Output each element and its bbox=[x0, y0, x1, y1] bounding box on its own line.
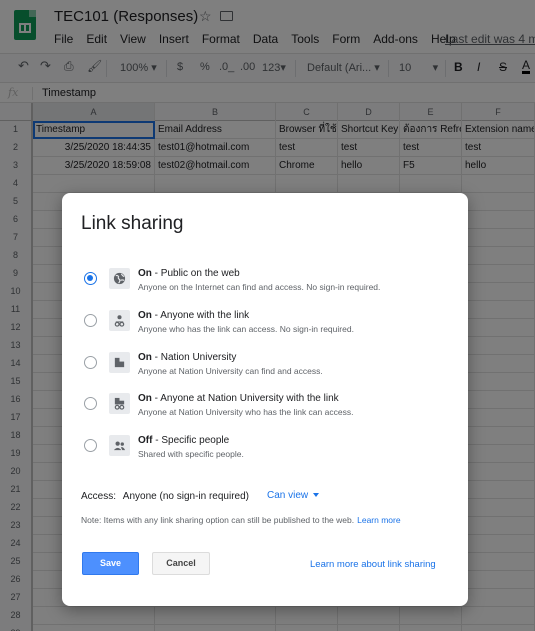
option-description: Anyone at Nation University can find and… bbox=[138, 366, 323, 376]
option-public-on-web[interactable]: On - Public on the web Anyone on the Int… bbox=[62, 265, 468, 301]
access-value: Anyone (no sign-in required) bbox=[122, 491, 249, 502]
option-specific-people[interactable]: Off - Specific people Shared with specif… bbox=[62, 432, 468, 468]
publish-note: Note: Items with any link sharing option… bbox=[81, 515, 401, 525]
option-label: On - Public on the web bbox=[138, 268, 240, 279]
option-nation-university[interactable]: On - Nation University Anyone at Nation … bbox=[62, 349, 468, 385]
link-sharing-dialog: Link sharing On - Public on the web Anyo… bbox=[62, 193, 468, 606]
option-nation-university-with-link[interactable]: On - Anyone at Nation University with th… bbox=[62, 390, 468, 426]
radio-specific-people[interactable] bbox=[84, 439, 97, 452]
permission-dropdown[interactable]: Can view bbox=[267, 490, 320, 501]
permission-label: Can view bbox=[267, 490, 309, 501]
radio-anyone-with-link[interactable] bbox=[84, 314, 97, 327]
cancel-button[interactable]: Cancel bbox=[152, 552, 210, 575]
option-label: On - Anyone at Nation University with th… bbox=[138, 393, 339, 404]
option-label: Off - Specific people bbox=[138, 435, 230, 446]
save-button[interactable]: Save bbox=[82, 552, 139, 575]
option-label: On - Nation University bbox=[138, 352, 237, 363]
learn-more-link-sharing-link[interactable]: Learn more about link sharing bbox=[310, 559, 436, 570]
building-link-icon bbox=[109, 393, 130, 414]
dialog-title: Link sharing bbox=[81, 213, 184, 234]
option-anyone-with-link[interactable]: On - Anyone with the link Anyone who has… bbox=[62, 307, 468, 343]
access-label: Access: bbox=[81, 491, 117, 502]
note-text: Note: Items with any link sharing option… bbox=[81, 515, 355, 525]
link-person-icon bbox=[109, 310, 130, 331]
learn-more-link[interactable]: Learn more bbox=[357, 515, 400, 525]
option-description: Anyone at Nation University who has the … bbox=[138, 407, 354, 417]
option-label: On - Anyone with the link bbox=[138, 310, 250, 321]
building-icon bbox=[109, 352, 130, 373]
option-description: Anyone who has the link can access. No s… bbox=[138, 324, 354, 334]
people-icon bbox=[109, 435, 130, 456]
chevron-down-icon bbox=[313, 493, 320, 498]
radio-public-on-web[interactable] bbox=[84, 272, 97, 285]
access-row: Access: Anyone (no sign-in required) bbox=[81, 491, 249, 502]
option-description: Shared with specific people. bbox=[138, 449, 244, 459]
radio-nation-university[interactable] bbox=[84, 356, 97, 369]
radio-nation-university-with-link[interactable] bbox=[84, 397, 97, 410]
option-description: Anyone on the Internet can find and acce… bbox=[138, 282, 381, 292]
globe-icon bbox=[109, 268, 130, 289]
